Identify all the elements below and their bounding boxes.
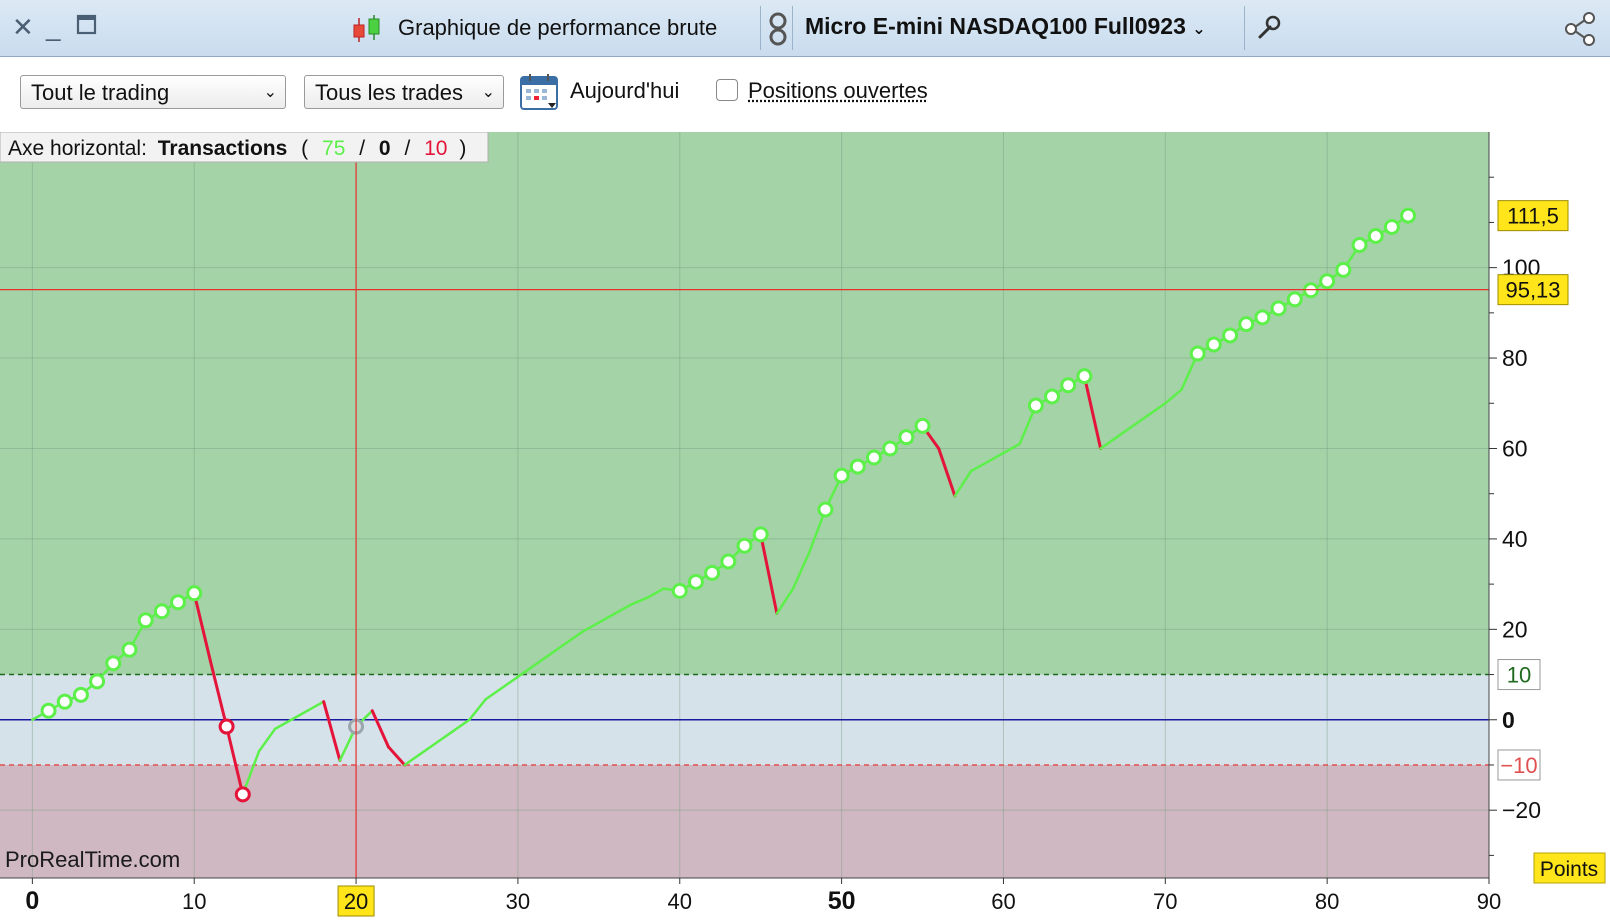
chevron-down-icon: ⌄ <box>1192 21 1206 38</box>
open-positions-label[interactable]: Positions ouvertes <box>748 78 928 104</box>
x-tick-label: 0 <box>25 887 39 915</box>
trade-point <box>882 440 899 457</box>
trade-point <box>56 693 73 710</box>
chevron-down-icon: ⌄ <box>263 84 277 101</box>
trade-point <box>72 686 89 703</box>
x-tick-label: 10 <box>182 889 206 914</box>
trade-point <box>1270 300 1287 317</box>
trade-point <box>153 603 170 620</box>
unit-badge: Points <box>1533 852 1606 884</box>
trade-point <box>914 417 931 434</box>
scope-select-value: Tout le trading <box>31 80 170 105</box>
legend-wins: 75 <box>322 137 345 160</box>
crosshair-y-label: 95,13 <box>1505 278 1560 303</box>
trade-point <box>1383 218 1400 235</box>
x-tick-label: 40 <box>668 889 692 914</box>
profit-threshold-label: 10 <box>1507 663 1531 688</box>
trade-point <box>1044 388 1061 405</box>
trade-point <box>752 526 769 543</box>
legend-prefix: Axe horizontal: <box>8 137 147 160</box>
trade-point <box>1351 237 1368 254</box>
trade-point <box>671 582 688 599</box>
trades-select-value: Tous les trades <box>315 80 463 105</box>
performance-chart[interactable]: −2002040608010010−1095,13111,5 010203040… <box>0 132 1610 922</box>
legend-losses: 10 <box>424 137 447 160</box>
x-tick-label: 60 <box>991 889 1015 914</box>
trade-point <box>40 702 57 719</box>
trade-point <box>704 564 721 581</box>
trade-point <box>170 594 187 611</box>
x-tick-label: 50 <box>828 887 856 915</box>
y-tick-label: 20 <box>1502 616 1528 642</box>
maximize-icon[interactable] <box>76 14 98 40</box>
y-tick-label: 0 <box>1502 707 1515 733</box>
legend-sep-2: / <box>404 137 410 160</box>
wrench-icon[interactable] <box>1254 13 1282 45</box>
trade-point <box>1189 345 1206 362</box>
trade-point <box>849 458 866 475</box>
trade-point <box>1367 227 1384 244</box>
trade-point <box>1027 397 1044 414</box>
x-tick-label: 30 <box>506 889 530 914</box>
link-icon[interactable] <box>768 12 788 50</box>
trade-point <box>105 655 122 672</box>
share-icon[interactable] <box>1563 12 1603 50</box>
trade-point <box>1060 377 1077 394</box>
trade-point <box>1400 207 1417 224</box>
legend-neutral: 0 <box>379 137 391 160</box>
trade-point <box>898 429 915 446</box>
trade-point <box>121 641 138 658</box>
trade-point <box>1254 309 1271 326</box>
trade-point <box>833 467 850 484</box>
legend-sep-1: / <box>359 137 365 160</box>
y-tick-label: 40 <box>1502 526 1528 552</box>
y-tick-label: −20 <box>1502 797 1541 823</box>
trade-point <box>1205 336 1222 353</box>
legend-close-paren: ) <box>459 137 466 160</box>
y-tick-label: 60 <box>1502 435 1528 461</box>
trade-point <box>1222 327 1239 344</box>
trade-point <box>865 449 882 466</box>
title-bar: ✕ _ Graphique de performance brute Micro… <box>0 0 1610 57</box>
trade-point <box>720 553 737 570</box>
today-label[interactable]: Aujourd'hui <box>570 78 679 104</box>
instrument-name: Micro E-mini NASDAQ100 Full0923 <box>805 13 1186 39</box>
calendar-icon[interactable] <box>520 73 560 116</box>
trade-point <box>1335 261 1352 278</box>
close-icon[interactable]: ✕ <box>12 14 34 40</box>
trade-point <box>89 673 106 690</box>
chevron-down-icon: ⌄ <box>481 84 495 101</box>
trades-select[interactable]: Tous les trades ⌄ <box>304 75 504 109</box>
last-value-label: 111,5 <box>1507 204 1559 229</box>
trade-point <box>736 537 753 554</box>
unit-label: Points <box>1540 858 1598 881</box>
trade-point <box>186 585 203 602</box>
open-positions-checkbox[interactable] <box>716 79 738 101</box>
candlestick-chart-icon <box>350 14 384 48</box>
scope-select[interactable]: Tout le trading ⌄ <box>20 75 286 109</box>
crosshair-x-label: 20 <box>344 889 368 914</box>
window-title: Graphique de performance brute <box>398 15 718 40</box>
legend-open-paren: ( <box>301 137 308 160</box>
legend-axis-name: Transactions <box>158 137 288 160</box>
trade-point <box>1238 316 1255 333</box>
trade-point <box>817 501 834 518</box>
profit-zone <box>0 132 1489 675</box>
trade-point <box>1319 273 1336 290</box>
y-tick-label: 80 <box>1502 345 1528 371</box>
instrument-selector[interactable]: Micro E-mini NASDAQ100 Full0923 ⌄ <box>805 13 1206 40</box>
loss-zone <box>0 764 1489 878</box>
x-tick-label: 80 <box>1315 889 1339 914</box>
trade-point <box>137 612 154 629</box>
trade-point <box>218 718 235 735</box>
trade-point <box>234 786 251 803</box>
trade-point <box>1076 368 1093 385</box>
watermark: ProRealTime.com <box>5 847 180 872</box>
trade-point <box>687 573 704 590</box>
minimize-icon[interactable]: _ <box>46 14 60 40</box>
trade-point <box>1286 291 1303 308</box>
x-tick-label: 70 <box>1153 889 1177 914</box>
x-tick-label: 90 <box>1477 889 1501 914</box>
loss-threshold-label: −10 <box>1500 753 1537 778</box>
